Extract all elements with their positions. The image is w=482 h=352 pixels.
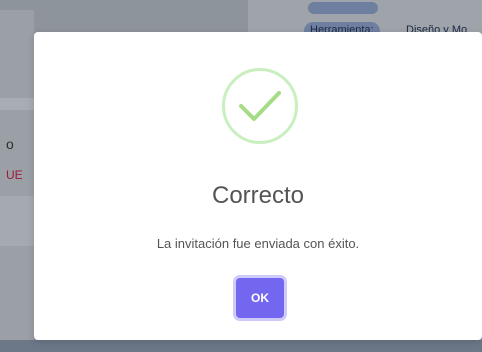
background-text-status: UE [6, 168, 23, 182]
dialog-title: Correcto [211, 182, 305, 209]
background-footer [0, 340, 482, 352]
background-chip [308, 2, 378, 14]
dialog-message: La invitación fue enviada con éxito. [156, 236, 360, 251]
checkmark-icon [239, 91, 281, 121]
background-left-panel: o UE [0, 10, 34, 342]
ok-button[interactable]: OK [236, 278, 284, 318]
checkmark-circle-icon [222, 68, 298, 144]
success-dialog: Correcto La invitación fue enviada con é… [34, 32, 482, 340]
background-band [0, 98, 34, 110]
background-text: o [6, 136, 14, 152]
background-band [0, 196, 34, 246]
